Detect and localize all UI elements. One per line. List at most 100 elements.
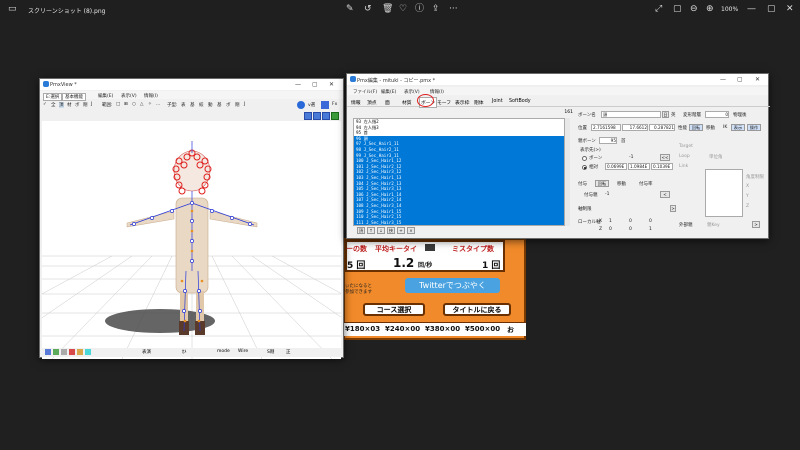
list-up-button[interactable]: ↑: [367, 227, 375, 234]
menu-file[interactable]: ファイル(F): [353, 89, 377, 95]
status-icon-3[interactable]: [61, 349, 67, 355]
bone-list-scrollbar[interactable]: [565, 118, 570, 226]
local-z-1[interactable]: 0: [609, 227, 612, 232]
status-mode[interactable]: mode: [217, 349, 230, 354]
range-star[interactable]: ✧: [148, 102, 152, 107]
status-icon-4[interactable]: [69, 349, 75, 355]
tab-morph[interactable]: モーフ: [437, 99, 451, 106]
fx-button[interactable]: Fx: [332, 102, 337, 107]
tab-vertex[interactable]: 頂点: [367, 99, 377, 106]
move-x-icon[interactable]: [304, 112, 312, 120]
menu-info[interactable]: 情報(I): [144, 93, 158, 99]
tool-bone[interactable]: ボ: [75, 102, 80, 108]
bone-name-ja-button[interactable]: 日: [662, 111, 669, 118]
minimize-icon[interactable]: —: [720, 76, 726, 83]
tab-material[interactable]: 材質: [402, 99, 412, 106]
tool-joint[interactable]: J: [91, 102, 92, 107]
delete-icon[interactable]: 🗑: [382, 4, 393, 14]
tab-info[interactable]: 情報: [351, 99, 361, 106]
range-circle[interactable]: ○: [132, 102, 136, 107]
menu-view[interactable]: 表示(V): [121, 93, 137, 99]
bone-list-item[interactable]: 112 J_Sec_Hair1_16: [354, 225, 564, 226]
list-insert-button[interactable]: 挟: [387, 227, 395, 234]
zoom-in-icon[interactable]: ⊕: [706, 4, 714, 14]
local-x-1[interactable]: 1: [609, 219, 612, 224]
move-y-icon[interactable]: [313, 112, 321, 120]
range-triangle[interactable]: △: [140, 102, 143, 107]
list-top-button[interactable]: 頂: [357, 227, 365, 234]
back-to-title-button[interactable]: タイトルに戻る: [443, 303, 511, 316]
tab-softbody[interactable]: SoftBody: [509, 99, 531, 104]
toolbar-ellipsis[interactable]: ...: [156, 102, 160, 107]
status-icon-1[interactable]: [45, 349, 51, 355]
grant-parent-select[interactable]: <: [660, 191, 670, 198]
offset-z-field[interactable]: 0.1039E: [651, 163, 673, 170]
display-bone-select[interactable]: <<: [660, 154, 670, 161]
maximize-icon[interactable]: ▢: [312, 81, 318, 88]
local-x-2[interactable]: 0: [629, 219, 632, 224]
close-icon[interactable]: ✕: [755, 76, 760, 83]
type-rigid[interactable]: 剛: [235, 102, 240, 108]
pos-z-field[interactable]: 0.287821: [649, 124, 675, 131]
axis-limit-button[interactable]: >: [670, 205, 676, 212]
list-add-button[interactable]: +: [397, 227, 405, 234]
close-icon[interactable]: ✕: [786, 4, 794, 14]
menu-edit[interactable]: 編集(E): [98, 93, 113, 99]
ext-parent-button[interactable]: >: [752, 221, 760, 228]
move-toggle[interactable]: 移動: [706, 125, 715, 131]
range-rect[interactable]: □: [116, 102, 120, 107]
select-mode-dropdown[interactable]: E:選択: [43, 92, 63, 101]
status-wire[interactable]: Wire: [238, 349, 248, 354]
close-icon[interactable]: ✕: [329, 81, 334, 88]
rotate-toggle[interactable]: 回転: [689, 124, 703, 131]
maximize-icon[interactable]: ▢: [737, 76, 743, 83]
menu-info[interactable]: 情報(I): [430, 89, 444, 95]
tab-joint[interactable]: Joint: [492, 99, 503, 104]
tool-material[interactable]: 材: [67, 102, 72, 108]
tool-all[interactable]: 全: [51, 102, 56, 108]
function-dropdown[interactable]: 基本機能: [62, 92, 86, 101]
3d-viewport[interactable]: [42, 121, 341, 359]
type-surface[interactable]: 表: [181, 102, 186, 108]
twitter-share-button[interactable]: Twitterでつぶやく: [405, 278, 500, 293]
local-x-3[interactable]: 0: [649, 219, 652, 224]
fullscreen-icon[interactable]: ⤢: [655, 4, 662, 14]
bone-list[interactable]: 93 左人指2 94 左人指3 95 首 96 頭 97 J_Sec_Hair1_11 9…: [353, 118, 565, 226]
status-expression[interactable]: 表演: [142, 349, 151, 355]
minimize-icon[interactable]: —: [295, 81, 301, 88]
radio-offset[interactable]: [582, 165, 587, 170]
favorite-icon[interactable]: ♡: [399, 4, 407, 14]
toolbar-check[interactable]: ✓: [43, 102, 47, 107]
list-delete-button[interactable]: ×: [407, 227, 415, 234]
rotate-icon[interactable]: ↺: [364, 4, 372, 14]
local-z-2[interactable]: 0: [629, 227, 632, 232]
tab-display[interactable]: 表示枠: [455, 99, 469, 106]
more-icon[interactable]: ···: [449, 4, 458, 14]
list-down-button[interactable]: ↓: [377, 227, 385, 234]
type-narrow[interactable]: 絞: [199, 102, 204, 108]
type-base[interactable]: 基: [217, 102, 222, 108]
type-bone[interactable]: ボ: [226, 102, 231, 108]
grant-rotate-toggle[interactable]: 回転: [595, 180, 609, 187]
operate-toggle[interactable]: 操作: [747, 124, 761, 131]
range-grid[interactable]: ⊞: [124, 102, 128, 107]
tab-rigidbody[interactable]: 剛体: [474, 99, 484, 106]
fit-window-icon[interactable]: ▢: [673, 4, 682, 14]
type-joint[interactable]: J: [244, 102, 245, 107]
pos-y-field[interactable]: 17.6612: [622, 124, 648, 131]
ik-link-list[interactable]: [705, 169, 743, 217]
status-icon-2[interactable]: [53, 349, 59, 355]
type-basic[interactable]: 基: [190, 102, 195, 108]
offset-x-field[interactable]: 0.0699E: [605, 163, 627, 170]
grant-move-toggle[interactable]: 移動: [617, 181, 626, 187]
ik-toggle[interactable]: IK: [723, 125, 727, 130]
display-icon[interactable]: [321, 101, 329, 109]
menu-view[interactable]: 表示(V): [404, 89, 420, 95]
status-camera[interactable]: ｶﾒ: [182, 349, 187, 355]
offset-y-field[interactable]: 1.0984E: [628, 163, 650, 170]
v-select[interactable]: v選: [308, 102, 315, 108]
view-reset-icon[interactable]: [297, 101, 305, 109]
tab-face[interactable]: 面: [385, 99, 390, 106]
edit-image-icon[interactable]: ✎: [346, 4, 354, 14]
move-z-icon[interactable]: [322, 112, 330, 120]
